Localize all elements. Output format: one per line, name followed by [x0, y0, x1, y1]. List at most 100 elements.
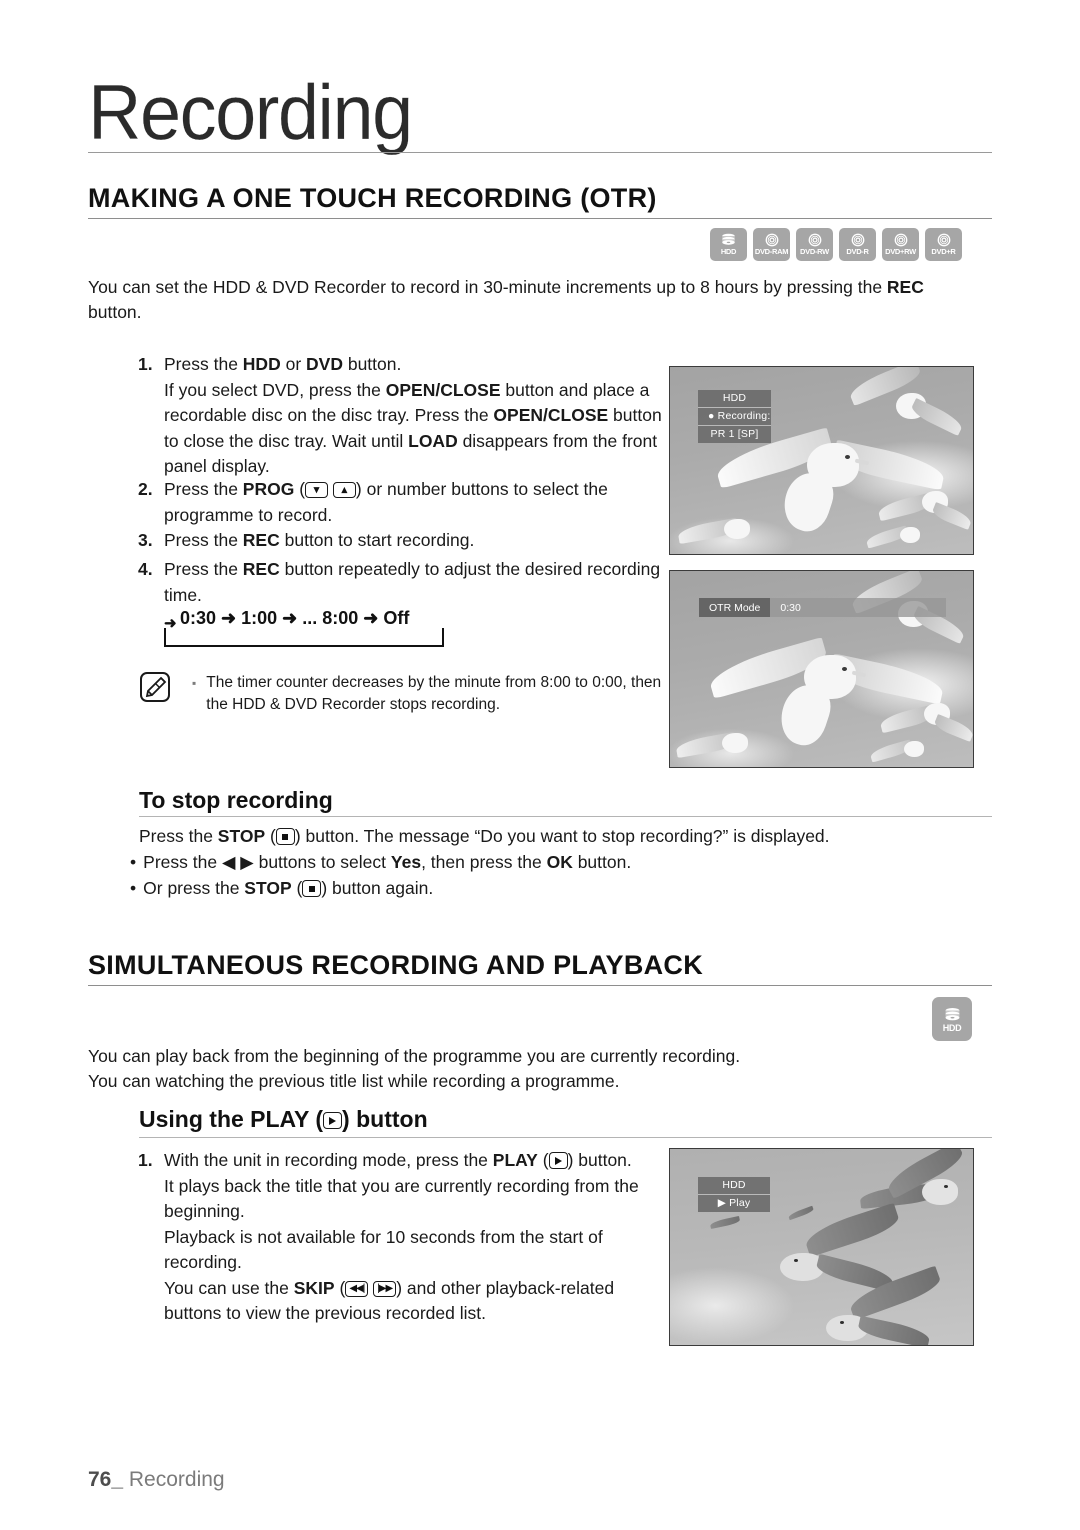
- otr-intro-text-2: button.: [88, 302, 142, 322]
- subheading-using-play: Using the PLAY () button: [139, 1106, 428, 1133]
- line-post: button to start recording.: [279, 530, 475, 550]
- media-badge-label: DVD+RW: [885, 247, 916, 256]
- note-block: ▪ The timer counter decreases by the min…: [140, 672, 680, 716]
- skip-back-icon[interactable]: ◀◀|: [345, 1280, 369, 1297]
- step-line: With the unit in recording mode, press t…: [164, 1148, 678, 1174]
- media-badge-label: DVD-R: [846, 247, 869, 256]
- chevron-up-icon[interactable]: ▴: [332, 482, 356, 498]
- step-line: Playback is not available for 10 seconds…: [164, 1226, 603, 1247]
- bullet-mid: buttons to select: [253, 852, 391, 872]
- line-post: button and place a: [500, 379, 650, 400]
- media-badge-label: DVD-RAM: [754, 247, 789, 256]
- otr-intro-bold: REC: [886, 277, 924, 297]
- line-pre: Press the: [164, 479, 243, 499]
- step-line: It plays back the title that you are cur…: [164, 1175, 639, 1196]
- line-bold: PLAY: [492, 1150, 538, 1170]
- play-icon[interactable]: [323, 1112, 343, 1129]
- chevron-down-icon[interactable]: ▾: [305, 482, 329, 498]
- bullet-post: button again.: [327, 878, 434, 898]
- simultaneous-intro: You can play back from the beginning of …: [88, 1044, 988, 1094]
- step-text: With the unit in recording mode, press t…: [164, 1148, 678, 1327]
- line-bold: HDD: [242, 354, 281, 374]
- osd-row-programme: PR 1 [SP]: [698, 425, 771, 443]
- seagull-lower: [800, 1265, 950, 1345]
- otr-step-4: 4. Press the REC button repeatedly to ad…: [138, 557, 698, 608]
- step-line: You can use the SKIP (◀◀| |▶▶) and other…: [164, 1276, 678, 1302]
- line-post: or number buttons to select the: [361, 479, 608, 499]
- stop-icon[interactable]: [302, 880, 322, 897]
- stop-recording-paragraph: Press the STOP () button. The message “D…: [139, 824, 999, 849]
- line-bold: PROG: [242, 479, 295, 499]
- play-icon-group: (): [537, 1150, 574, 1170]
- step-line: Press the REC button repeatedly to adjus…: [164, 557, 698, 583]
- disc-icon: [893, 233, 909, 247]
- line-pre: You can use the: [164, 1277, 294, 1298]
- line-post: button: [608, 405, 662, 425]
- intro-line-2: You can watching the previous title list…: [88, 1071, 620, 1091]
- footer-chapter-label: Recording: [128, 1468, 225, 1491]
- section-divider-otr: [88, 218, 992, 219]
- osd-row-source: HDD: [722, 1179, 746, 1191]
- step-line: recordable disc on the disc tray. Press …: [164, 403, 678, 429]
- intro-line-1: You can play back from the beginning of …: [88, 1046, 741, 1066]
- skip-forward-icon[interactable]: |▶▶: [373, 1280, 397, 1297]
- step-text: Press the PROG (▾ ▴) or number buttons t…: [164, 477, 678, 528]
- bullet-bold-ok: OK: [546, 852, 573, 872]
- bullet-pre: Or press the: [143, 878, 245, 898]
- line-post: disappears from the front: [457, 430, 658, 451]
- otr-step-1: 1. Press the HDD or DVD button. If you s…: [138, 352, 678, 480]
- media-badge-label: DVD-RW: [800, 247, 829, 256]
- otr-step-3: 3. Press the REC button to start recordi…: [138, 528, 678, 554]
- otr-step-2: 2. Press the PROG (▾ ▴) or number button…: [138, 477, 678, 528]
- media-badge-hdd: HDD: [710, 228, 747, 261]
- subheading-to-stop-recording: To stop recording: [139, 787, 333, 813]
- osd-otr-timer: 0:30: [770, 598, 946, 617]
- media-badge-dvd-plus-r: DVD+R: [925, 228, 962, 261]
- disc-icon: [764, 233, 780, 247]
- bullet-mid-2: , then press the: [421, 852, 547, 872]
- section-heading-simultaneous: SIMULTANEOUS RECORDING AND PLAYBACK: [88, 950, 704, 980]
- stop-para-pre: Press the: [139, 826, 218, 846]
- seagull-distant-left: [709, 1213, 746, 1235]
- step-text: Press the REC button to start recording.: [164, 528, 678, 554]
- line-pre: to close the disc tray. Wait until: [164, 430, 409, 451]
- bullet-post: button.: [572, 852, 632, 872]
- line-pre: With the unit in recording mode, press t…: [164, 1150, 493, 1170]
- line-pre: Press the: [164, 354, 243, 374]
- media-badge-hdd: HDD: [932, 997, 972, 1041]
- osd-row-state: ▶ Play: [698, 1194, 770, 1212]
- line-bold: REC: [242, 530, 280, 550]
- step-number: 1.: [138, 354, 153, 374]
- line-pre: Press the: [164, 559, 243, 579]
- direction-arrows-icon: ◀ ▶: [221, 852, 254, 872]
- otr-intro-paragraph: You can set the HDD & DVD Recorder to re…: [88, 275, 968, 325]
- step-line: Press the PROG (▾ ▴) or number buttons t…: [164, 477, 678, 503]
- seagull-bottom-left: [675, 729, 782, 767]
- disc-icon: [936, 233, 952, 247]
- line-bold: SKIP: [293, 1277, 335, 1298]
- step-line: beginning.: [164, 1201, 245, 1221]
- line-bold-2: DVD: [306, 354, 343, 374]
- seagull-bottom-right: [869, 739, 942, 767]
- step-line: time.: [164, 584, 202, 605]
- osd-otr-mode-bar: OTR Mode 0:30: [699, 598, 946, 617]
- screenshot-hdd-play: HDD ▶ Play: [669, 1148, 974, 1346]
- play-icon[interactable]: [548, 1152, 568, 1169]
- media-badge-row-hdd: HDD: [932, 997, 972, 1041]
- step-line: recording.: [164, 1252, 242, 1272]
- step-line: Press the HDD or DVD button.: [164, 352, 678, 378]
- stop-para-bold: STOP: [217, 826, 266, 846]
- line-bold: OPEN/CLOSE: [493, 405, 609, 425]
- hdd-icon: [720, 233, 737, 247]
- bullet-dot: •: [130, 852, 137, 872]
- note-bullet: ▪: [192, 676, 197, 690]
- line-post: button repeatedly to adjust the desired …: [279, 559, 661, 579]
- stop-icon[interactable]: [275, 828, 295, 845]
- line-post: button.: [573, 1150, 632, 1170]
- line-post: button.: [342, 354, 402, 374]
- step-text: Press the REC button repeatedly to adjus…: [164, 557, 698, 608]
- note-line-2: the HDD & DVD Recorder stops recording.: [206, 696, 501, 713]
- media-badge-dvd-ram: DVD-RAM: [753, 228, 790, 261]
- subheading-post: ) button: [342, 1106, 428, 1132]
- media-badge-label: HDD: [720, 247, 737, 256]
